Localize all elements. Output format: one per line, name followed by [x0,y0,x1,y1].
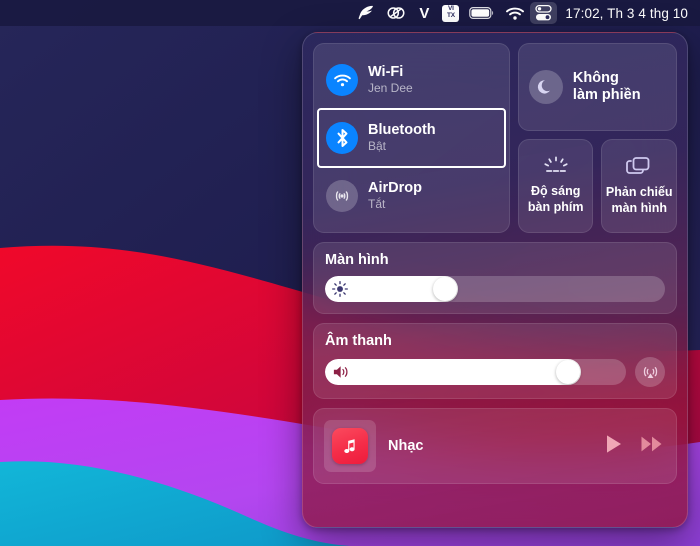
airdrop-icon[interactable] [326,180,358,212]
do-not-disturb-label: Không làm phiền [573,70,641,105]
wifi-glyph [333,74,351,86]
connectivity-row-bluetooth[interactable]: Bluetooth Bật [317,108,506,168]
keyboard-brightness-line2: bàn phím [527,200,584,214]
keyboard-brightness-icon [544,156,568,173]
control-center-right-column: Không làm phiền Độ sáng bàn phím Phản ch… [517,43,678,233]
menubar-clock[interactable]: 17:02, Th 3 4 thg 10 [557,6,690,21]
sound-slider-knob[interactable] [555,360,580,384]
bluetooth-icon[interactable] [326,122,358,154]
moon-glyph [538,79,551,94]
fast-forward-icon [641,436,662,451]
apple-music-icon [332,428,368,464]
wifi-subtitle: Jen Dee [368,81,413,96]
brightness-icon [332,281,348,302]
sound-volume-slider[interactable] [325,359,626,385]
dnd-label-line2: làm phiền [572,87,641,103]
sound-title: Âm thanh [325,333,392,349]
airdrop-title: AirDrop [368,180,422,197]
display-card: Màn hình [313,242,677,314]
screen-mirroring-tile[interactable]: Phản chiếu màn hình [601,139,678,233]
creative-cloud-glyph [387,7,405,19]
play-button[interactable] [604,433,624,460]
bluetooth-glyph [337,129,347,147]
do-not-disturb-tile[interactable]: Không làm phiền [517,43,677,131]
display-slider-knob[interactable] [432,277,457,301]
connectivity-row-airdrop[interactable]: AirDrop Tắt [318,167,505,225]
vitx-bottom-label: TX [446,12,455,19]
menu-bar: V VI TX 17:02, Th 3 4 thg 10 [0,0,700,26]
connectivity-text-wifi: Wi-Fi Jen Dee [368,64,413,95]
bluetooth-subtitle: Bật [368,139,387,154]
control-center-panel: Wi-Fi Jen Dee Bluetooth Bật AirDrop Tắt … [302,32,688,528]
keyboard-brightness-line1: Độ sáng [531,184,581,199]
letter-v-label: V [419,4,430,22]
sound-slider-fill [325,359,581,385]
vitx-badge: VI TX [442,4,460,22]
connectivity-text-airdrop: AirDrop Tắt [368,180,422,211]
control-center-top-row: Wi-Fi Jen Dee Bluetooth Bật AirDrop Tắt … [313,43,678,233]
connectivity-text-bluetooth: Bluetooth Bật [368,122,436,153]
screen-mirroring-label: Phản chiếu màn hình [606,185,673,216]
battery-glyph [469,7,494,20]
play-icon [607,434,621,453]
battery-icon[interactable] [464,2,500,24]
feather-glyph [358,5,374,20]
feather-icon[interactable] [351,2,381,24]
airplay-audio-button[interactable] [635,357,665,387]
connectivity-row-wifi[interactable]: Wi-Fi Jen Dee [318,51,505,109]
display-brightness-slider[interactable] [325,276,665,302]
airdrop-subtitle: Tắt [368,197,386,212]
sound-slider-row [325,357,665,387]
brightness-glyph [332,281,348,297]
screen-mirroring-line1: Phản chiếu [605,185,673,200]
keyboard-brightness-label: Độ sáng bàn phím [528,184,584,215]
keyboard-brightness-tile[interactable]: Độ sáng bàn phím [517,139,594,233]
control-center-icon[interactable] [530,2,558,24]
screen-mirroring-line2: màn hình [611,201,668,215]
music-card: Nhạc [313,408,677,484]
control-center-small-tiles: Độ sáng bàn phím Phản chiếu màn hình [517,139,678,233]
music-artwork [324,420,376,472]
moon-icon [528,70,563,104]
airdrop-glyph [335,191,349,201]
dnd-label-line1: Không [572,69,619,86]
sound-card: Âm thanh [313,323,677,399]
vitx-icon[interactable]: VI TX [437,2,464,24]
wifi-icon[interactable] [326,64,358,96]
wifi-glyph [506,7,525,20]
screen-mirroring-icon [626,157,650,175]
creative-cloud-icon[interactable] [381,2,411,24]
airplay-audio-icon [643,366,657,378]
display-slider-row [325,276,665,302]
music-title: Nhạc [388,438,424,454]
wifi-title: Wi-Fi [368,64,404,81]
fast-forward-button[interactable] [640,433,664,460]
wifi-icon[interactable] [500,2,530,24]
letter-v-icon[interactable]: V [411,2,437,24]
display-title: Màn hình [325,252,389,268]
speaker-icon [332,364,350,385]
bluetooth-title: Bluetooth [368,122,436,139]
music-controls [604,433,664,460]
music-note-glyph [344,439,355,453]
control-center-glyph [535,4,553,21]
speaker-glyph [333,366,348,378]
connectivity-card: Wi-Fi Jen Dee Bluetooth Bật AirDrop Tắt [313,43,510,233]
